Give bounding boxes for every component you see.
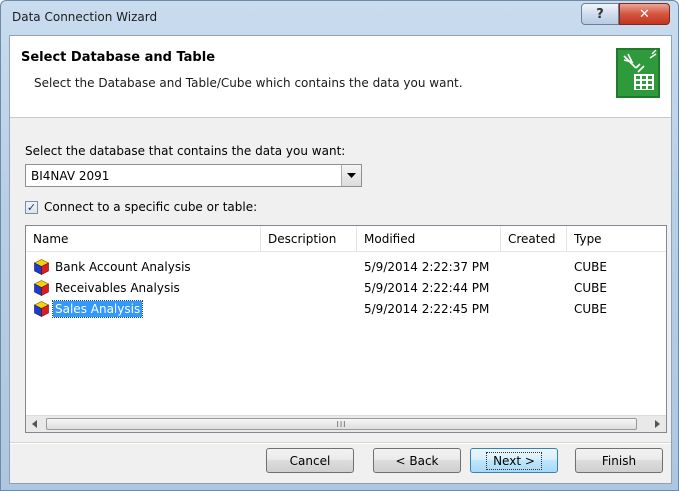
window-title: Data Connection Wizard <box>12 10 158 24</box>
column-header-created[interactable]: Created <box>501 226 567 252</box>
database-select[interactable]: BI4NAV 2091 <box>25 164 362 187</box>
page-subtitle: Select the Database and Table/Cube which… <box>34 76 463 90</box>
row-modified: 5/9/2014 2:22:44 PM <box>364 281 490 295</box>
row-modified: 5/9/2014 2:22:45 PM <box>364 302 490 316</box>
database-dropdown-button[interactable] <box>341 165 361 186</box>
table-row-selected[interactable]: Sales Analysis 5/9/2014 2:22:45 PM CUBE <box>26 299 666 319</box>
cancel-button[interactable]: Cancel <box>266 448 354 473</box>
dialog-body: Select Database and Table Select the Dat… <box>9 35 672 484</box>
row-name: Bank Account Analysis <box>55 260 191 274</box>
scroll-right-button[interactable] <box>649 416 666 432</box>
column-header-modified[interactable]: Modified <box>357 226 501 252</box>
help-button[interactable]: ? <box>581 3 619 25</box>
row-modified: 5/9/2014 2:22:37 PM <box>364 260 490 274</box>
title-bar[interactable]: Data Connection Wizard ? ✕ <box>1 1 678 35</box>
finish-button[interactable]: Finish <box>575 448 663 473</box>
cube-icon <box>34 280 49 296</box>
help-icon: ? <box>596 6 604 22</box>
cube-icon <box>34 259 49 275</box>
scrollbar-thumb[interactable]: III <box>46 418 637 430</box>
finish-button-label: Finish <box>601 453 637 468</box>
next-button[interactable]: Next > <box>470 448 558 473</box>
cube-table-list[interactable]: Name Description Modified Created Type B… <box>25 225 667 433</box>
table-row[interactable]: Receivables Analysis 5/9/2014 2:22:44 PM… <box>26 278 666 298</box>
data-connection-wizard-icon <box>616 48 660 98</box>
page-title: Select Database and Table <box>21 50 216 65</box>
chevron-left-icon <box>32 420 37 428</box>
column-header-type[interactable]: Type <box>567 226 666 252</box>
row-type: CUBE <box>574 281 607 295</box>
row-name: Receivables Analysis <box>55 281 180 295</box>
wizard-window: Data Connection Wizard ? ✕ Select Databa… <box>0 0 679 491</box>
connect-cube-checkbox-row[interactable]: ✓ Connect to a specific cube or table: <box>25 199 257 215</box>
chevron-down-icon <box>347 172 356 178</box>
list-header: Name Description Modified Created Type <box>26 226 666 252</box>
cube-icon <box>34 301 49 317</box>
next-button-label: Next > <box>486 451 542 470</box>
database-select-value: BI4NAV 2091 <box>31 169 110 183</box>
horizontal-scrollbar[interactable]: III <box>26 415 666 432</box>
scroll-grip-icon: III <box>336 419 347 429</box>
chevron-right-icon <box>655 420 660 428</box>
column-header-description[interactable]: Description <box>261 226 357 252</box>
row-type: CUBE <box>574 302 607 316</box>
column-header-name[interactable]: Name <box>26 226 261 252</box>
close-icon: ✕ <box>639 6 650 22</box>
cancel-button-label: Cancel <box>289 453 331 468</box>
back-button[interactable]: < Back <box>373 448 461 473</box>
scroll-left-button[interactable] <box>26 416 43 432</box>
wizard-header: Select Database and Table Select the Dat… <box>10 36 671 118</box>
check-icon: ✓ <box>26 200 37 214</box>
back-button-label: < Back <box>395 453 439 468</box>
row-type: CUBE <box>574 260 607 274</box>
row-name: Sales Analysis <box>51 300 144 318</box>
connect-cube-checkbox[interactable]: ✓ <box>25 200 38 214</box>
footer-divider <box>10 442 671 444</box>
close-button[interactable]: ✕ <box>619 3 670 25</box>
connect-cube-label: Connect to a specific cube or table: <box>44 200 258 214</box>
database-label: Select the database that contains the da… <box>25 144 346 158</box>
table-row[interactable]: Bank Account Analysis 5/9/2014 2:22:37 P… <box>26 257 666 277</box>
